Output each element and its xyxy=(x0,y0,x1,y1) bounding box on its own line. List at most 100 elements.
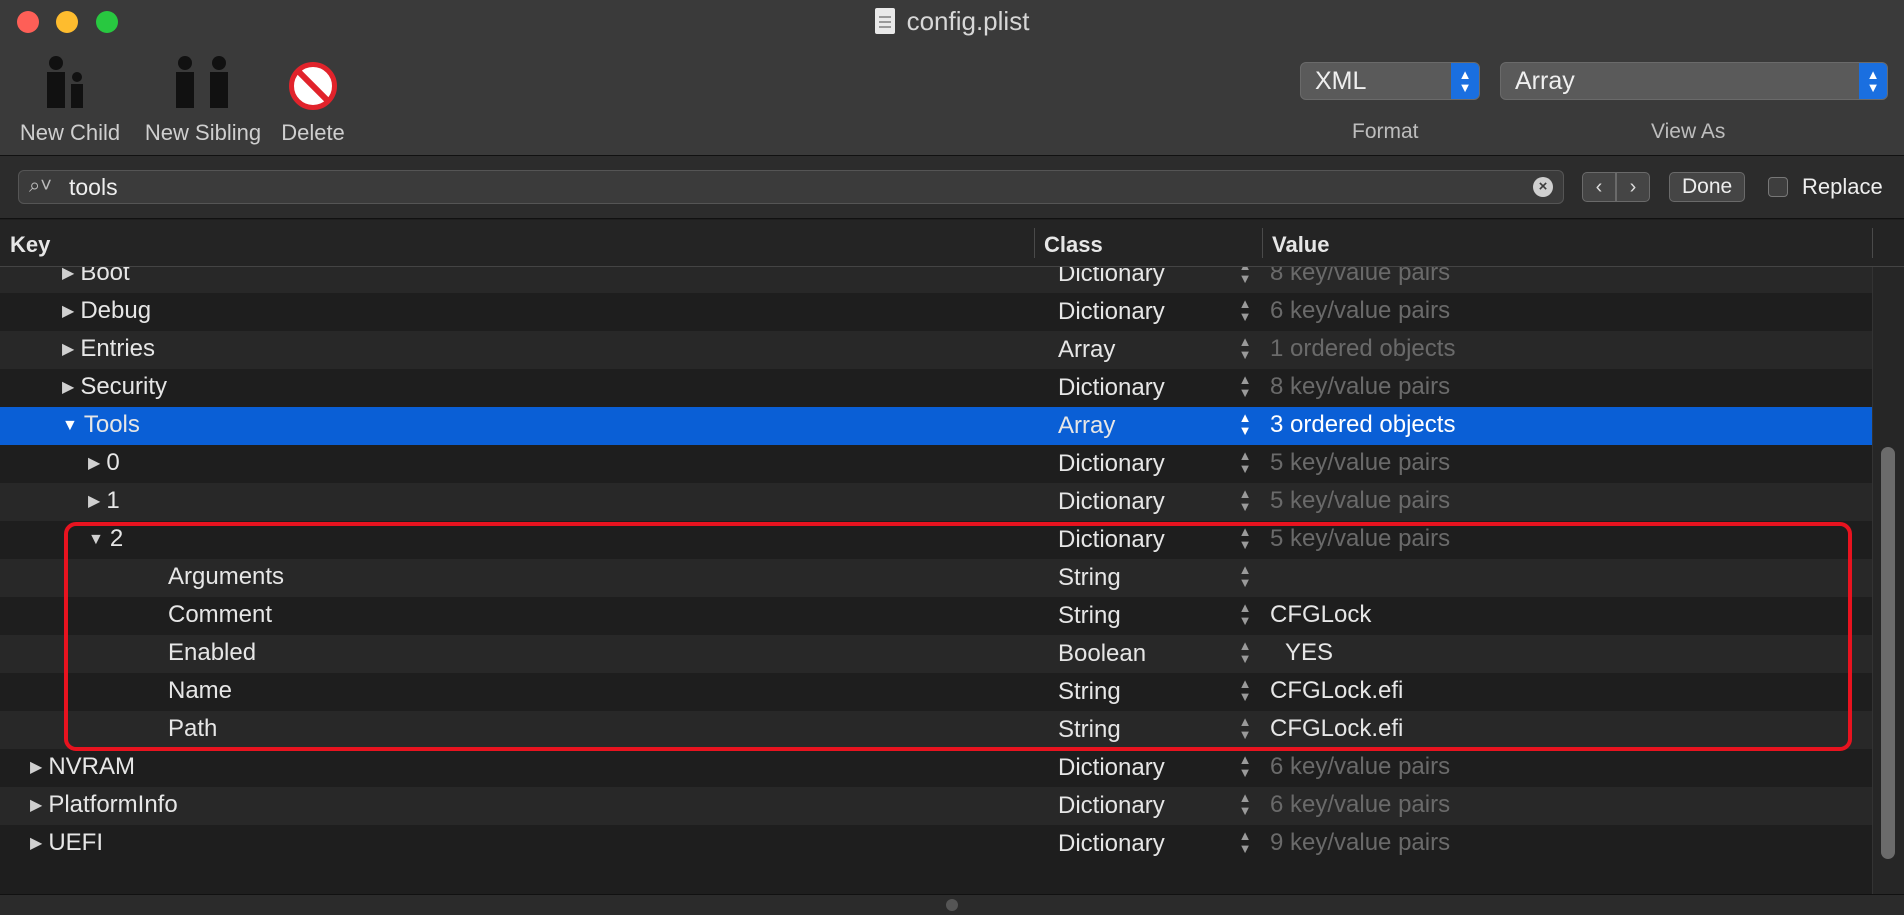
clear-search-icon[interactable]: × xyxy=(1533,177,1553,197)
find-next-button[interactable]: › xyxy=(1616,172,1650,202)
class-stepper-icon[interactable]: ▲▼ xyxy=(1238,829,1252,855)
table-row[interactable]: ▶ Entries Array ▲ ▼ 1 ordered objects xyxy=(0,331,1872,369)
disclosure-collapsed-icon[interactable]: ▶ xyxy=(30,797,42,814)
row-value[interactable]: 8 key/value pairs xyxy=(1270,267,1450,287)
class-stepper-icon[interactable]: ▲▼ xyxy=(1238,373,1252,399)
disclosure-collapsed-icon[interactable]: ▶ xyxy=(62,341,74,358)
new-sibling-button[interactable]: New Sibling xyxy=(138,52,268,146)
disclosure-collapsed-icon[interactable]: ▶ xyxy=(62,267,74,282)
replace-checkbox[interactable] xyxy=(1768,177,1788,197)
row-value[interactable]: 9 key/value pairs xyxy=(1270,829,1450,857)
disclosure-collapsed-icon[interactable]: ▶ xyxy=(88,455,100,472)
format-popup[interactable]: XML ▲ ▼ xyxy=(1300,62,1480,100)
scrollbar-thumb[interactable] xyxy=(1881,447,1895,859)
row-value[interactable]: 8 key/value pairs xyxy=(1270,373,1450,401)
table-row[interactable]: ▶ PlatformInfo Dictionary ▲ ▼ 6 key/value pai… xyxy=(0,787,1872,825)
table-row[interactable]: ▶ UEFI Dictionary ▲ ▼ 9 key/value pairs xyxy=(0,825,1872,863)
disclosure-collapsed-icon[interactable]: ▶ xyxy=(30,759,42,776)
class-stepper-icon[interactable]: ▲▼ xyxy=(1238,563,1252,589)
new-child-button[interactable]: New Child xyxy=(16,52,124,146)
row-key[interactable]: Name xyxy=(168,677,232,705)
row-key[interactable]: ▶ UEFI xyxy=(30,829,103,857)
table-row[interactable]: ▶ Debug Dictionary ▲ ▼ 6 key/value pairs xyxy=(0,293,1872,331)
row-value[interactable]: 5 key/value pairs xyxy=(1270,487,1450,515)
class-stepper-icon[interactable]: ▲▼ xyxy=(1238,715,1252,741)
row-key[interactable]: Arguments xyxy=(168,563,284,591)
row-class[interactable]: Dictionary xyxy=(1058,754,1165,782)
disclosure-collapsed-icon[interactable]: ▶ xyxy=(88,493,100,510)
row-value[interactable]: 5 key/value pairs xyxy=(1270,525,1450,553)
vertical-scrollbar[interactable] xyxy=(1872,267,1904,894)
column-header-key[interactable]: Key xyxy=(10,232,50,258)
row-key[interactable]: ▶ 1 xyxy=(88,487,120,515)
row-value[interactable]: 6 key/value pairs xyxy=(1270,753,1450,781)
row-key[interactable]: ▶ Security xyxy=(62,373,167,401)
row-class[interactable]: String xyxy=(1058,678,1121,706)
row-class[interactable]: Dictionary xyxy=(1058,792,1165,820)
disclosure-collapsed-icon[interactable]: ▶ xyxy=(30,835,42,852)
table-row[interactable]: ▶ Boot Dictionary ▲▼ 8 key/value pairs xyxy=(0,267,1872,293)
column-header-value[interactable]: Value xyxy=(1272,232,1329,258)
find-previous-button[interactable]: ‹ xyxy=(1582,172,1616,202)
table-row[interactable]: ▶ NVRAM Dictionary ▲ ▼ 6 key/value pairs xyxy=(0,749,1872,787)
row-class[interactable]: Array xyxy=(1058,336,1115,364)
row-class[interactable]: Dictionary xyxy=(1058,526,1165,554)
row-key[interactable]: ▶ Entries xyxy=(62,335,155,363)
table-row[interactable]: ▶ 0 Dictionary ▲ ▼ 5 key/value pairs xyxy=(0,445,1872,483)
row-key[interactable]: ▶ NVRAM xyxy=(30,753,135,781)
table-row[interactable]: Name String ▲ ▼ CFGLock.efi xyxy=(0,673,1872,711)
table-row[interactable]: Arguments String ▲ ▼ xyxy=(0,559,1872,597)
row-key[interactable]: ▼ 2 xyxy=(88,525,123,553)
class-stepper-icon[interactable]: ▲▼ xyxy=(1238,601,1252,627)
row-class[interactable]: Dictionary xyxy=(1058,488,1165,516)
done-button[interactable]: Done xyxy=(1669,172,1746,202)
resize-grip-icon[interactable] xyxy=(946,899,958,911)
class-stepper-icon[interactable]: ▲▼ xyxy=(1238,791,1252,817)
table-row[interactable]: ▶ 1 Dictionary ▲ ▼ 5 key/value pairs xyxy=(0,483,1872,521)
row-value[interactable]: CFGLock.efi xyxy=(1270,677,1403,705)
row-key[interactable]: ▶ Debug xyxy=(62,297,151,325)
row-value[interactable]: 6 key/value pairs xyxy=(1270,297,1450,325)
delete-button[interactable]: Delete xyxy=(276,52,350,146)
class-stepper-icon[interactable]: ▲▼ xyxy=(1238,297,1252,323)
row-value[interactable]: CFGLock.efi xyxy=(1270,715,1403,743)
class-stepper-icon[interactable]: ▲▼ xyxy=(1238,753,1252,779)
row-key[interactable]: ▶ PlatformInfo xyxy=(30,791,178,819)
table-row[interactable]: ▼ 2 Dictionary ▲ ▼ 5 key/value pairs xyxy=(0,521,1872,559)
row-class[interactable]: Dictionary xyxy=(1058,267,1165,288)
class-stepper-icon[interactable]: ▲▼ xyxy=(1238,449,1252,475)
disclosure-collapsed-icon[interactable]: ▶ xyxy=(62,303,74,320)
row-value[interactable]: 1 ordered objects xyxy=(1270,335,1455,363)
class-stepper-icon[interactable]: ▲▼ xyxy=(1238,487,1252,513)
row-class[interactable]: String xyxy=(1058,602,1121,630)
row-class[interactable]: Dictionary xyxy=(1058,450,1165,478)
disclosure-expanded-icon[interactable]: ▼ xyxy=(88,531,104,548)
class-stepper-icon[interactable]: ▲▼ xyxy=(1238,525,1252,551)
class-stepper-icon[interactable]: ▲▼ xyxy=(1238,411,1252,437)
row-key[interactable]: ▶ 0 xyxy=(88,449,120,477)
row-class[interactable]: Dictionary xyxy=(1058,830,1165,858)
view-as-popup[interactable]: Array ▲ ▼ xyxy=(1500,62,1888,100)
disclosure-collapsed-icon[interactable]: ▶ xyxy=(62,379,74,396)
row-key[interactable]: ▼ Tools xyxy=(62,411,140,439)
row-value[interactable]: CFGLock xyxy=(1270,601,1371,629)
row-value[interactable]: YES xyxy=(1285,639,1333,667)
row-class[interactable]: String xyxy=(1058,564,1121,592)
class-stepper-icon[interactable]: ▲▼ xyxy=(1238,267,1252,285)
table-row[interactable]: Enabled Boolean ▲ ▼ YES xyxy=(0,635,1872,673)
row-key[interactable]: Comment xyxy=(168,601,272,629)
disclosure-expanded-icon[interactable]: ▼ xyxy=(62,417,78,434)
row-class[interactable]: Dictionary xyxy=(1058,374,1165,402)
row-key[interactable]: ▶ Boot xyxy=(62,267,130,287)
table-row[interactable]: ▼ Tools Array ▲ ▼ 3 ordered objects xyxy=(0,407,1872,445)
class-stepper-icon[interactable]: ▲▼ xyxy=(1238,639,1252,665)
class-stepper-icon[interactable]: ▲▼ xyxy=(1238,335,1252,361)
row-key[interactable]: Enabled xyxy=(168,639,256,667)
search-field[interactable]: ⌕˅ tools × xyxy=(18,170,1564,204)
column-divider[interactable] xyxy=(1262,228,1263,258)
class-stepper-icon[interactable]: ▲▼ xyxy=(1238,677,1252,703)
row-key[interactable]: Path xyxy=(168,715,217,743)
column-header-class[interactable]: Class xyxy=(1044,232,1103,258)
row-value[interactable]: 5 key/value pairs xyxy=(1270,449,1450,477)
row-class[interactable]: Boolean xyxy=(1058,640,1146,668)
